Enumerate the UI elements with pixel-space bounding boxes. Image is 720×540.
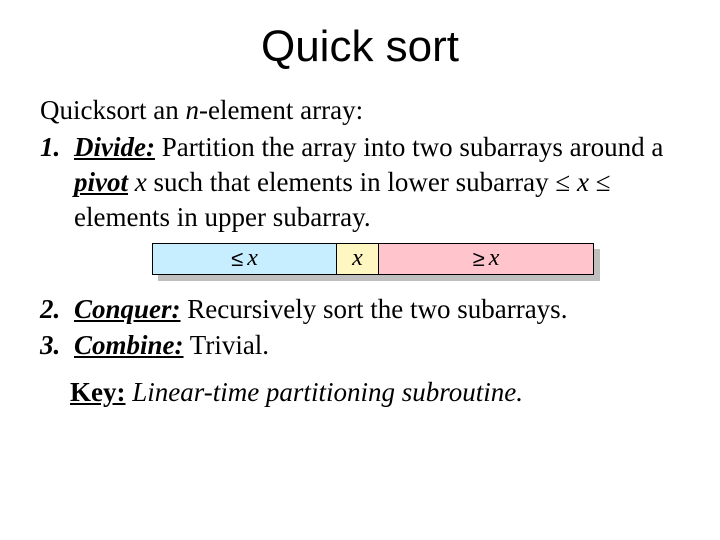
partition-diagram: ≤ x x ≥ x <box>152 243 600 285</box>
x-variable: x <box>489 243 500 274</box>
step-body: Divide: Partition the array into two sub… <box>74 130 680 291</box>
key-line: Key: Linear-time partitioning subroutine… <box>70 377 680 408</box>
step-combine: 3. Combine: Trivial. <box>40 328 680 363</box>
step-text: elements in upper subarray. <box>74 202 371 232</box>
pivot-word: pivot <box>74 167 128 197</box>
cell-pivot: x <box>337 244 379 274</box>
step-keyword: Divide: <box>74 132 155 162</box>
x-variable: x <box>247 243 258 274</box>
cell-upper-subarray: ≥ x <box>379 244 593 274</box>
x-variable: x <box>570 167 595 197</box>
intro-variable-n: n <box>185 95 199 125</box>
pivot-variable: x <box>135 167 147 197</box>
intro-prefix: Quicksort an <box>40 95 185 125</box>
space <box>128 167 135 197</box>
leq-symbol: ≤ <box>555 167 570 197</box>
step-number: 1. <box>40 130 74 291</box>
geq-icon: ≥ <box>473 245 485 274</box>
slide-title: Quick sort <box>40 22 680 72</box>
key-label: Key: <box>70 377 125 407</box>
intro-line: Quicksort an n-element array: <box>40 94 680 128</box>
step-keyword: Combine: <box>74 330 184 360</box>
slide: Quick sort Quicksort an n-element array:… <box>0 0 720 408</box>
step-body: Conquer: Recursively sort the two subarr… <box>74 292 680 327</box>
step-conquer: 2. Conquer: Recursively sort the two sub… <box>40 292 680 327</box>
step-divide: 1. Divide: Partition the array into two … <box>40 130 680 291</box>
key-text: Linear-time partitioning subroutine. <box>125 377 522 407</box>
x-variable: x <box>352 243 363 274</box>
step-number: 3. <box>40 328 74 363</box>
cell-lower-subarray: ≤ x <box>153 244 337 274</box>
step-body: Combine: Trivial. <box>74 328 680 363</box>
leq-symbol: ≤ <box>596 167 611 197</box>
step-text: Recursively sort the two subarrays. <box>181 294 568 324</box>
intro-suffix: -element array: <box>199 95 363 125</box>
step-keyword: Conquer: <box>74 294 181 324</box>
step-text: Partition the array into two subarrays a… <box>155 132 663 162</box>
steps-list: 1. Divide: Partition the array into two … <box>40 130 680 363</box>
step-number: 2. <box>40 292 74 327</box>
diagram-row: ≤ x x ≥ x <box>152 243 594 275</box>
step-text: such that elements in lower subarray <box>147 167 556 197</box>
leq-icon: ≤ <box>231 245 243 274</box>
step-text: Trivial. <box>184 330 270 360</box>
